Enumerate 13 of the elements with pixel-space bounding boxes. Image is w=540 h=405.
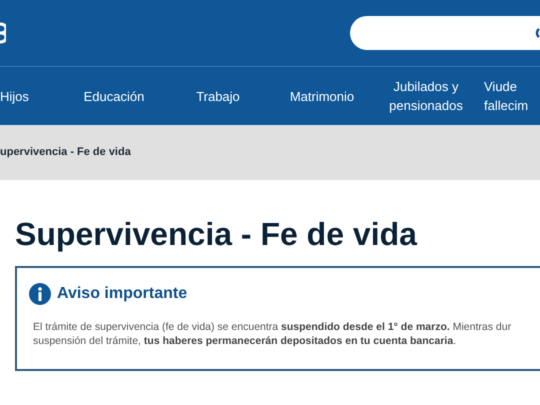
logo-icon (0, 22, 6, 44)
nav-link[interactable]: Jubilados y pensionados (374, 77, 478, 115)
nav-link[interactable]: Matrimonio (270, 86, 374, 106)
search-field[interactable] (350, 16, 540, 50)
nav-link[interactable]: Viude fallecim (478, 77, 540, 115)
nav-link[interactable]: Educación (62, 86, 166, 106)
info-icon (29, 283, 51, 305)
breadcrumb-link[interactable]: upervivencia - Fe de vida (0, 144, 131, 161)
page-title: Supervivencia - Fe de vida (15, 215, 418, 254)
notice-title: Aviso importante (57, 284, 188, 304)
nav-link[interactable]: Hijos (0, 86, 62, 106)
notice-text: El trámite de supervivencia (fe de vida) se encuentra suspendido desde el 1° de marzo. Mientras dur suspensión del trámite, tus haberes permanecerán depositados en tu cuenta bancaria. (32, 320, 512, 348)
nav-link[interactable]: Trabajo (166, 86, 270, 106)
